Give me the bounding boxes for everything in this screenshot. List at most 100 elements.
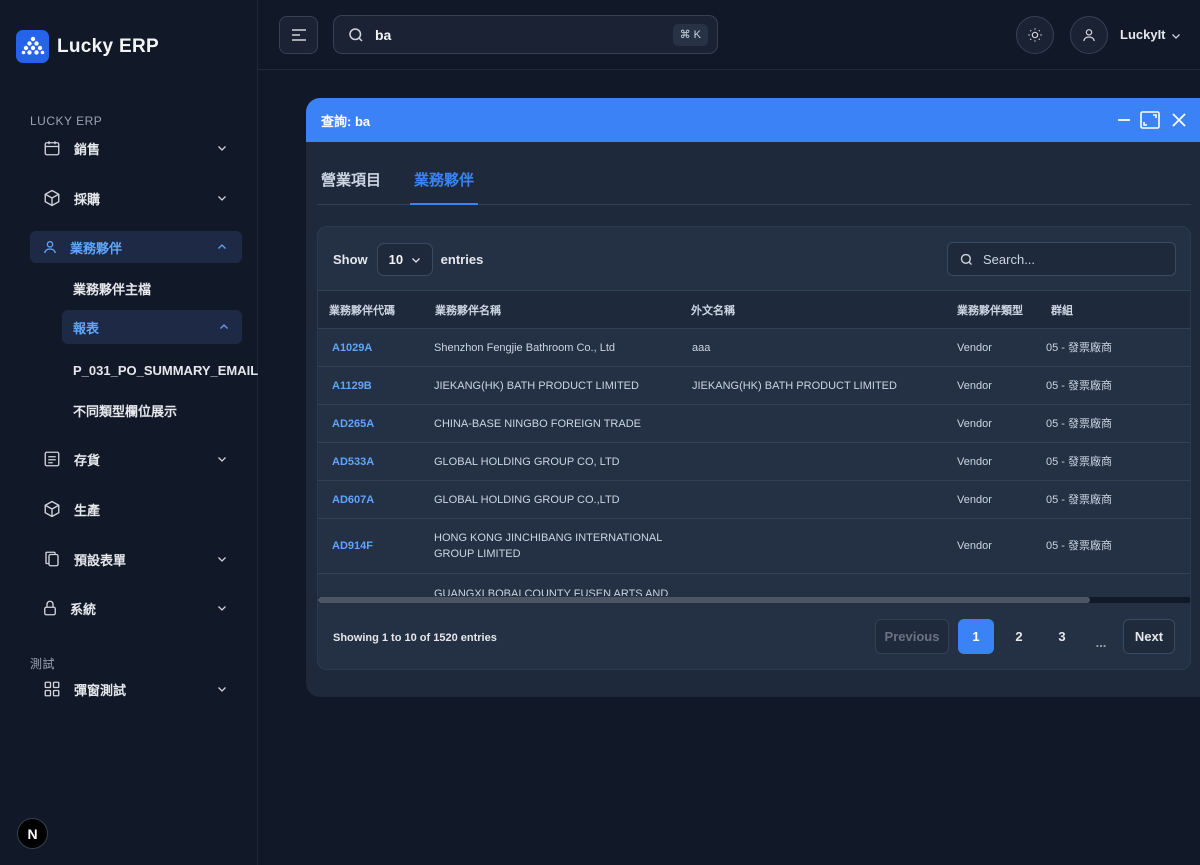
partner-name-cell: Shenzhon Fengjie Bathroom Co., Ltd xyxy=(421,328,680,367)
sidebar-item-label: 業務夥伴 xyxy=(70,240,123,256)
lock-icon xyxy=(40,598,60,618)
partner-name-cell: GLOBAL HOLDING GROUP CO, LTD xyxy=(421,442,680,481)
sidebar-item-system[interactable]: 系統 xyxy=(30,592,242,624)
column-header[interactable]: 業務夥伴代碼 xyxy=(318,290,421,329)
sidebar-item-inventory[interactable]: 存貨 xyxy=(30,443,242,475)
table-row[interactable]: GUANGXI BOBAI COUNTY FUSEN ARTS AND xyxy=(318,573,1190,596)
user-icon xyxy=(40,237,60,257)
theme-toggle-button[interactable] xyxy=(1016,16,1054,54)
close-icon[interactable] xyxy=(1169,110,1189,130)
chevron-down-icon[interactable] xyxy=(1170,29,1182,47)
nextjs-badge[interactable]: N xyxy=(17,818,48,849)
column-header[interactable]: 群組 xyxy=(1041,290,1190,329)
menu-toggle-button[interactable] xyxy=(279,16,318,54)
chevron-down-icon xyxy=(410,254,422,266)
page-size-control: Show 10 entries xyxy=(333,243,483,276)
partner-type-cell: Vendor xyxy=(947,404,1041,443)
foreign-name-cell xyxy=(680,518,947,574)
foreign-name-cell: aaa xyxy=(680,328,947,367)
next-page-button[interactable]: Next xyxy=(1123,619,1175,654)
sidebar-item-business-partner[interactable]: 業務夥伴 xyxy=(30,231,242,263)
scrollbar-thumb[interactable] xyxy=(318,597,1090,603)
partner-type-cell: Vendor xyxy=(947,518,1041,574)
partner-name-cell: GLOBAL HOLDING GROUP CO.,LTD xyxy=(421,480,680,519)
sidebar-subitem-reports[interactable]: 報表 xyxy=(62,310,242,344)
partner-code-cell[interactable]: AD533A xyxy=(318,442,421,481)
calendar-icon xyxy=(42,138,62,158)
group-cell: 05 - 發票廠商 xyxy=(1041,404,1190,443)
user-name[interactable]: LuckyIt xyxy=(1120,27,1166,42)
foreign-name-cell xyxy=(680,573,947,596)
minimize-icon[interactable] xyxy=(1114,110,1134,130)
foreign-name-cell: JIEKANG(HK) BATH PRODUCT LIMITED xyxy=(680,366,947,405)
entries-label: entries xyxy=(440,252,484,267)
sidebar-item-label: 彈窗測試 xyxy=(74,682,127,698)
app-logo[interactable]: Lucky ERP xyxy=(16,30,159,63)
sidebar-subitem-report-po-summary[interactable]: P_031_PO_SUMMARY_EMAIL xyxy=(62,353,258,387)
table-row[interactable]: AD265A CHINA-BASE NINGBO FOREIGN TRADE V… xyxy=(318,404,1190,443)
column-header[interactable]: 外文名稱 xyxy=(680,290,947,329)
tab-business-items[interactable]: 營業項目 xyxy=(317,160,385,205)
sidebar-item-label: 生產 xyxy=(74,502,101,518)
table-search-input[interactable] xyxy=(983,251,1153,267)
global-search-input[interactable]: ba ⌘ K xyxy=(333,15,718,54)
partner-type-cell: Vendor xyxy=(947,442,1041,481)
sidebar-subitem-label: P_031_PO_SUMMARY_EMAIL xyxy=(73,362,259,378)
section-label-test: 測試 xyxy=(30,657,56,671)
app-name: Lucky ERP xyxy=(57,35,159,57)
user-avatar-button[interactable] xyxy=(1070,16,1108,54)
partner-code-cell[interactable]: AD607A xyxy=(318,480,421,519)
sidebar-subitem-report-field-types[interactable]: 不同類型欄位展示 xyxy=(62,393,242,427)
grid-icon xyxy=(42,679,62,699)
foreign-name-cell xyxy=(680,480,947,519)
foreign-name-cell xyxy=(680,404,947,443)
sidebar-item-label: 採購 xyxy=(74,191,101,207)
table-row[interactable]: A1129B JIEKANG(HK) BATH PRODUCT LIMITED … xyxy=(318,366,1190,405)
sidebar-item-production[interactable]: 生產 xyxy=(30,493,242,525)
partner-code-cell[interactable]: A1129B xyxy=(318,366,421,405)
page-button-3[interactable]: 3 xyxy=(1044,619,1080,654)
search-icon xyxy=(347,26,365,44)
partner-type-cell: Vendor xyxy=(947,480,1041,519)
sidebar-item-default-forms[interactable]: 預設表單 xyxy=(30,543,242,575)
box-icon xyxy=(42,499,62,519)
logo-icon xyxy=(16,30,49,63)
page-button-2[interactable]: 2 xyxy=(1001,619,1037,654)
foreign-name-cell xyxy=(680,442,947,481)
modal-title: 查詢: ba xyxy=(321,113,371,129)
table-row[interactable]: AD914F HONG KONG JINCHIBANG INTERNATIONA… xyxy=(318,518,1190,574)
table-row[interactable]: AD533A GLOBAL HOLDING GROUP CO, LTD Vend… xyxy=(318,442,1190,481)
partner-type-cell xyxy=(947,573,1041,596)
modal-header[interactable]: 查詢: ba xyxy=(306,98,1200,142)
column-header[interactable]: 業務夥伴類型 xyxy=(947,290,1041,329)
sidebar-item-popup-test[interactable]: 彈窗測試 xyxy=(30,673,242,705)
table-search[interactable] xyxy=(947,242,1176,276)
list-icon xyxy=(42,449,62,469)
partner-code-cell[interactable]: AD914F xyxy=(318,518,421,574)
chevron-down-icon xyxy=(214,600,230,616)
chevron-up-icon xyxy=(218,321,230,333)
group-cell: 05 - 發票廠商 xyxy=(1041,480,1190,519)
tab-business-partners[interactable]: 業務夥伴 xyxy=(410,160,479,205)
page-button-1[interactable]: 1 xyxy=(958,619,994,654)
sidebar-item-label: 系統 xyxy=(70,601,97,617)
maximize-icon[interactable] xyxy=(1140,110,1160,130)
group-cell: 05 - 發票廠商 xyxy=(1041,366,1190,405)
page-size-select[interactable]: 10 xyxy=(376,243,433,276)
menu-icon xyxy=(291,28,307,42)
partner-name-cell: HONG KONG JINCHIBANG INTERNATIONAL GROUP… xyxy=(421,518,680,574)
partner-type-cell: Vendor xyxy=(947,366,1041,405)
sidebar-subitem-partner-master[interactable]: 業務夥伴主檔 xyxy=(62,271,242,305)
column-header[interactable]: 業務夥伴名稱 xyxy=(421,290,680,329)
partner-code-cell[interactable]: AD265A xyxy=(318,404,421,443)
table-row[interactable]: AD607A GLOBAL HOLDING GROUP CO.,LTD Vend… xyxy=(318,480,1190,519)
horizontal-scrollbar[interactable] xyxy=(318,597,1190,603)
table-row[interactable]: A1029A Shenzhon Fengjie Bathroom Co., Lt… xyxy=(318,328,1190,367)
partner-code-cell[interactable] xyxy=(318,573,421,596)
sidebar-subitem-label: 業務夥伴主檔 xyxy=(73,281,152,297)
sidebar-item-purchasing[interactable]: 採購 xyxy=(30,182,242,214)
previous-page-button[interactable]: Previous xyxy=(875,619,949,654)
sidebar-subitem-label: 不同類型欄位展示 xyxy=(73,403,178,419)
partner-code-cell[interactable]: A1029A xyxy=(318,328,421,367)
sidebar-item-sales[interactable]: 銷售 xyxy=(30,132,242,164)
